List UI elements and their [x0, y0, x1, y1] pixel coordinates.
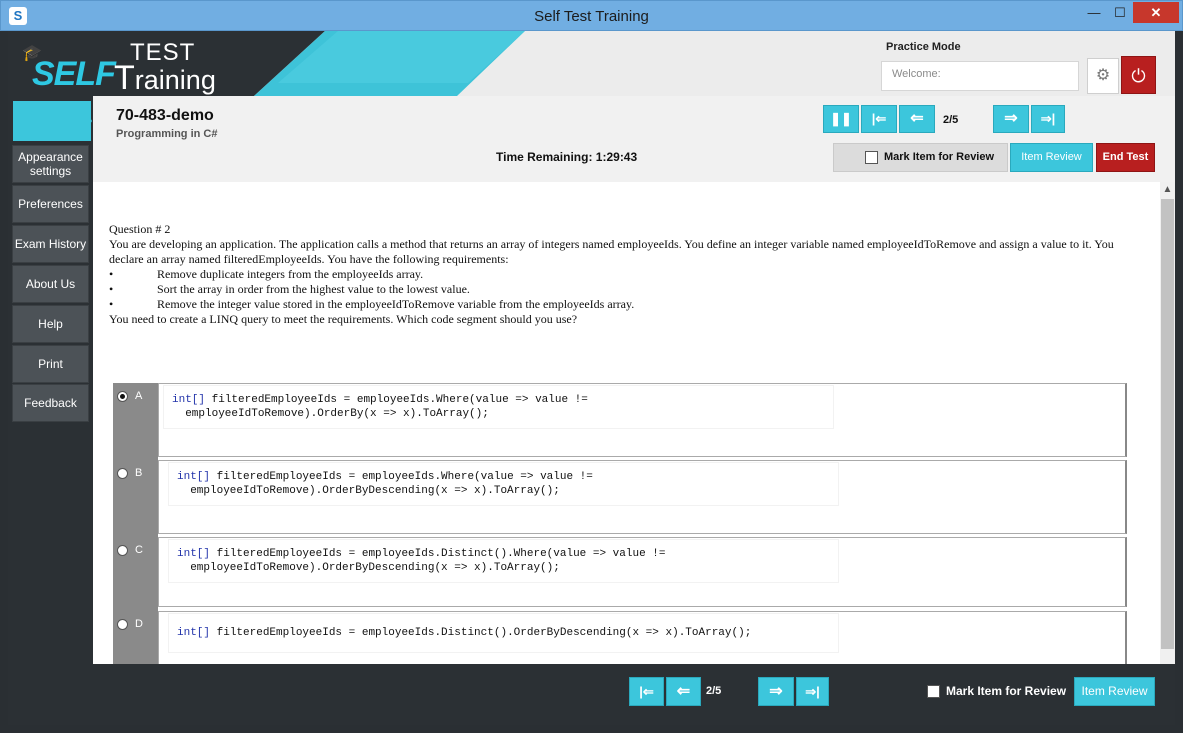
code-line: employeeIdToRemove).OrderByDescending(x … — [177, 485, 560, 497]
exam-info-bar: 70-483-demo Programming in C# Time Remai… — [93, 96, 1175, 182]
option-c-panel[interactable]: int[] filteredEmployeeIds = employeeIds.… — [158, 537, 1127, 607]
code-keyword: int[] — [177, 627, 211, 639]
exam-code: 70-483-demo — [116, 107, 214, 124]
mark-review-checkbox[interactable] — [865, 151, 878, 164]
bottom-nav-bar: |⇐ ⇐ 2/5 ⇒ ⇒| Mark Item for Review Item … — [8, 664, 1175, 725]
code-line: filteredEmployeeIds = employeeIds.Where(… — [210, 471, 593, 483]
sidebar-item-print[interactable]: Print — [12, 345, 89, 383]
question-text: Question # 2 You are developing an appli… — [109, 222, 1121, 327]
option-b-radio[interactable] — [117, 468, 128, 479]
sidebar-item-about-us[interactable]: About Us — [12, 265, 89, 303]
time-remaining: Time Remaining: 1:29:43 — [496, 150, 638, 164]
code-line: employeeIdToRemove).OrderByDescending(x … — [177, 562, 560, 574]
requirement-text: Remove the integer value stored in the e… — [157, 297, 635, 311]
logo-raining: raining — [134, 65, 216, 95]
option-a-panel[interactable]: int[] filteredEmployeeIds = employeeIds.… — [158, 383, 1127, 457]
bottom-mark-checkbox[interactable] — [927, 685, 940, 699]
sidebar-item-appearance[interactable]: Appearance settings — [12, 145, 89, 183]
prev-button[interactable]: ⇐ — [899, 105, 935, 133]
option-c-code: int[] filteredEmployeeIds = employeeIds.… — [169, 540, 838, 582]
logo-self: SELF — [32, 55, 116, 93]
sidebar-item-preferences[interactable]: Preferences — [12, 185, 89, 223]
gear-icon[interactable]: ⚙ — [1087, 58, 1119, 94]
option-b-letter: B — [135, 467, 143, 479]
bottom-next-button[interactable]: ⇒ — [758, 677, 794, 706]
practice-mode-label: Practice Mode — [886, 41, 961, 53]
requirement-1: • Remove duplicate integers from the empl… — [109, 267, 1121, 282]
vertical-scrollbar[interactable]: ▲ — [1160, 182, 1175, 693]
option-d-radio[interactable] — [117, 619, 128, 630]
item-review-button[interactable]: Item Review — [1010, 143, 1093, 172]
code-keyword: int[] — [177, 548, 211, 560]
code-keyword: int[] — [172, 394, 206, 406]
requirement-text: Remove duplicate integers from the emplo… — [157, 267, 424, 281]
code-line: filteredEmployeeIds = employeeIds.Where(… — [205, 394, 588, 406]
code-keyword: int[] — [177, 471, 211, 483]
requirement-2: • Sort the array in order from the highes… — [109, 282, 1121, 297]
next-button[interactable]: ⇒ — [993, 105, 1029, 133]
window-titlebar: S Self Test Training — ☐ ✕ — [0, 0, 1183, 31]
last-button[interactable]: ⇒| — [1031, 105, 1065, 133]
question-number: Question # 2 — [109, 222, 171, 236]
sidebar-arrow — [80, 101, 92, 141]
close-button[interactable]: ✕ — [1133, 2, 1179, 23]
logo-t: T — [114, 59, 135, 96]
welcome-field[interactable]: Welcome: — [881, 61, 1079, 91]
answer-option-b[interactable]: B int[] filteredEmployeeIds = employeeId… — [113, 460, 1127, 534]
main-panel: 70-483-demo Programming in C# Time Remai… — [93, 96, 1175, 693]
bottom-mark-label: Mark Item for Review — [946, 684, 1067, 698]
question-body: You are developing an application. The a… — [109, 237, 1114, 266]
option-a-letter: A — [135, 390, 143, 402]
question-prompt: You need to create a LINQ query to meet … — [109, 312, 578, 326]
option-a-code: int[] filteredEmployeeIds = employeeIds.… — [164, 386, 833, 428]
logo: 🎓 SELF TEST Training — [22, 39, 222, 96]
option-b-code: int[] filteredEmployeeIds = employeeIds.… — [169, 463, 838, 505]
power-icon[interactable]: ⏻ — [1121, 56, 1156, 94]
app-header: 🎓 SELF TEST Training Practice Mode Welco… — [8, 31, 1175, 96]
requirement-3: • Remove the integer value stored in the … — [109, 297, 1121, 312]
code-line: filteredEmployeeIds = employeeIds.Distin… — [210, 627, 752, 639]
first-button[interactable]: |⇐ — [861, 105, 897, 133]
chevron-up-icon[interactable]: ▲ — [1160, 182, 1175, 198]
app-frame: 🎓 SELF TEST Training Practice Mode Welco… — [8, 31, 1175, 725]
exam-name: Programming in C# — [116, 128, 218, 140]
scroll-thumb[interactable] — [1161, 199, 1174, 649]
option-c-letter: C — [135, 544, 143, 556]
bullet: • — [109, 297, 114, 311]
answer-option-a[interactable]: A int[] filteredEmployeeIds = employeeId… — [113, 383, 1127, 457]
sidebar-item-exam-history[interactable]: Exam History — [12, 225, 89, 263]
answer-option-c[interactable]: C int[] filteredEmployeeIds = employeeId… — [113, 537, 1127, 607]
minimize-button[interactable]: — — [1081, 2, 1107, 23]
bottom-prev-button[interactable]: ⇐ — [666, 677, 701, 706]
requirement-text: Sort the array in order from the highest… — [157, 282, 470, 296]
maximize-button[interactable]: ☐ — [1107, 2, 1133, 23]
option-c-radio[interactable] — [117, 545, 128, 556]
end-test-button[interactable]: End Test — [1096, 143, 1155, 172]
bullet: • — [109, 267, 114, 281]
answer-options: A int[] filteredEmployeeIds = employeeId… — [113, 383, 1127, 693]
option-d-code: int[] filteredEmployeeIds = employeeIds.… — [169, 614, 838, 652]
sidebar-item-feedback[interactable]: Feedback — [12, 384, 89, 422]
option-a-radio[interactable] — [117, 391, 128, 402]
window-title: Self Test Training — [534, 8, 649, 25]
logo-training: Training — [114, 59, 216, 96]
mark-review-label: Mark Item for Review — [884, 151, 995, 163]
bullet: • — [109, 282, 114, 296]
bottom-last-button[interactable]: ⇒| — [796, 677, 829, 706]
mark-review-area[interactable]: Mark Item for Review — [833, 143, 1008, 172]
code-line: filteredEmployeeIds = employeeIds.Distin… — [210, 548, 666, 560]
option-d-letter: D — [135, 618, 143, 630]
code-line: employeeIdToRemove).OrderBy(x => x).ToAr… — [172, 408, 489, 420]
page-indicator: 2/5 — [943, 114, 959, 126]
bottom-item-review-button[interactable]: Item Review — [1074, 677, 1155, 706]
bottom-page-indicator: 2/5 — [706, 685, 722, 697]
pause-button[interactable]: ❚❚ — [823, 105, 859, 133]
sidebar-item-help[interactable]: Help — [12, 305, 89, 343]
bottom-first-button[interactable]: |⇐ — [629, 677, 664, 706]
option-b-panel[interactable]: int[] filteredEmployeeIds = employeeIds.… — [158, 460, 1127, 534]
bottom-mark-review[interactable]: Mark Item for Review — [927, 684, 1067, 699]
